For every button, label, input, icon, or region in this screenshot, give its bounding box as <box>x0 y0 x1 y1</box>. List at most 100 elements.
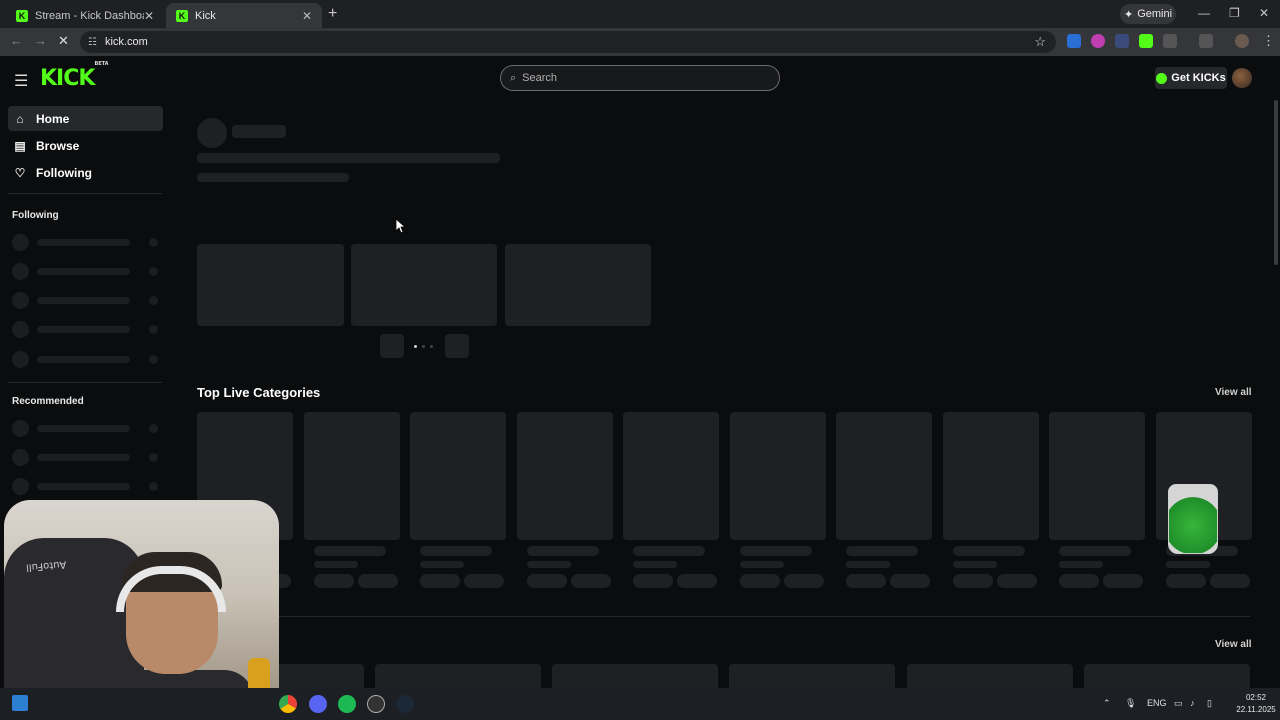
carousel-dot[interactable] <box>422 345 425 348</box>
skeleton-channel-row <box>12 292 160 309</box>
browser-menu-icon[interactable]: ⋮ <box>1262 33 1275 49</box>
language-indicator[interactable]: ENG <box>1147 698 1167 708</box>
skeleton-tag <box>997 574 1037 588</box>
carousel-prev-button[interactable] <box>380 334 404 358</box>
section-divider <box>197 616 1250 617</box>
extension-icon[interactable] <box>1115 34 1129 48</box>
skeleton-tag <box>314 574 354 588</box>
webcam-overlay: AutoFull <box>4 500 279 708</box>
carousel-next-button[interactable] <box>445 334 469 358</box>
bookmark-star-icon[interactable]: ☆ <box>1034 34 1046 50</box>
sidebar-item-browse[interactable]: ▤ Browse <box>8 133 163 158</box>
skeleton-category-card[interactable] <box>1049 412 1145 540</box>
skeleton-category-title <box>1059 546 1131 556</box>
profile-avatar[interactable] <box>1235 34 1249 48</box>
site-info-icon[interactable]: ☷ <box>88 37 97 48</box>
skeleton-category-card[interactable] <box>410 412 506 540</box>
skeleton-category-card[interactable] <box>730 412 826 540</box>
hamburger-menu-icon[interactable]: ☰ <box>14 71 28 91</box>
skeleton-category-title <box>846 546 918 556</box>
stop-loading-button[interactable]: ✕ <box>58 33 69 49</box>
view-all-categories-link[interactable]: View all <box>1215 387 1252 398</box>
skeleton-category-card[interactable] <box>943 412 1039 540</box>
skeleton-tag <box>571 574 611 588</box>
sidebar-item-label: Home <box>36 111 70 126</box>
skeleton-category-viewers <box>1059 561 1103 568</box>
taskbar-clock[interactable]: 02:52 22.11.2025 <box>1236 692 1276 716</box>
address-bar[interactable]: ☷ kick.com ☆ <box>80 31 1056 53</box>
steam-icon[interactable] <box>396 695 414 713</box>
top-live-categories-title: Top Live Categories <box>197 385 321 400</box>
carousel-dot-active[interactable] <box>414 345 417 348</box>
green-gummy-jar-image <box>1168 484 1218 554</box>
spotify-icon[interactable] <box>338 695 356 713</box>
skeleton-tag <box>1059 574 1099 588</box>
skeleton-category-title <box>740 546 812 556</box>
new-tab-button[interactable]: + <box>328 5 337 23</box>
clock-time: 02:52 <box>1245 693 1267 702</box>
sidebar-item-home[interactable]: ⌂ Home <box>8 106 163 131</box>
skeleton-stream-card <box>729 664 895 688</box>
search-icon: ⌕ <box>510 71 517 84</box>
skeleton-category-title <box>633 546 705 556</box>
skeleton-text <box>232 125 286 138</box>
volume-icon[interactable]: ♪ <box>1190 698 1195 708</box>
sidebar-item-following[interactable]: ♡ Following <box>8 160 163 185</box>
kick-favicon-icon: K <box>16 9 28 22</box>
close-tab-icon[interactable]: ✕ <box>302 9 312 23</box>
skeleton-category-card[interactable] <box>836 412 932 540</box>
skeleton-category-viewers <box>953 561 997 568</box>
minimize-window-button[interactable]: — <box>1198 6 1210 20</box>
restore-window-button[interactable]: ❐ <box>1229 6 1240 20</box>
obs-icon[interactable] <box>367 695 385 713</box>
skeleton-channel-row <box>12 420 160 437</box>
microphone-icon[interactable]: 🎙︎ <box>1125 698 1136 709</box>
skeleton-text <box>197 153 500 163</box>
page-scrollbar[interactable] <box>1274 100 1278 265</box>
skeleton-channel-row <box>12 321 160 338</box>
skeleton-channel-row <box>12 263 160 280</box>
kick-logo[interactable]: KICKBETA <box>40 61 109 91</box>
back-button[interactable]: ← <box>10 33 23 48</box>
skeleton-carousel-card <box>197 244 344 326</box>
battery-icon[interactable]: ▯ <box>1207 698 1212 709</box>
skeleton-stream-card <box>552 664 718 688</box>
puzzle-extensions-icon[interactable] <box>1163 34 1177 48</box>
skeleton-category-card[interactable] <box>623 412 719 540</box>
windows-start-icon[interactable] <box>12 695 28 711</box>
skeleton-category-title <box>953 546 1025 556</box>
skeleton-category-viewers <box>527 561 571 568</box>
chrome-icon[interactable] <box>279 695 297 713</box>
get-kicks-label: Get KICKs <box>1171 72 1226 84</box>
close-window-button[interactable]: ✕ <box>1259 6 1269 20</box>
carousel-dot[interactable] <box>430 345 433 348</box>
side-panel-icon[interactable] <box>1199 34 1213 48</box>
search-input[interactable]: ⌕ Search <box>500 65 780 91</box>
tab-kick-dashboard[interactable]: K Stream - Kick Dashboard ✕ <box>6 3 164 28</box>
extension-icon[interactable] <box>1091 34 1105 48</box>
tray-overflow-icon[interactable]: ⌃ <box>1103 698 1111 709</box>
skeleton-carousel-card <box>505 244 651 326</box>
skeleton-text <box>197 173 349 182</box>
forward-button[interactable]: → <box>34 33 47 48</box>
network-icon[interactable]: ▭ <box>1174 698 1183 709</box>
user-avatar[interactable] <box>1232 68 1252 88</box>
skeleton-category-card[interactable] <box>304 412 400 540</box>
kick-favicon-icon: K <box>176 9 188 22</box>
skeleton-tag <box>740 574 780 588</box>
view-all-second-section-link[interactable]: View all <box>1215 639 1252 650</box>
skeleton-tag <box>953 574 993 588</box>
extension-icon[interactable] <box>1139 34 1153 48</box>
get-kicks-button[interactable]: Get KICKs <box>1155 67 1227 89</box>
tab-label: Kick <box>195 9 216 22</box>
browser-tab-bar: K Stream - Kick Dashboard ✕ K Kick ✕ + ✦… <box>0 0 1280 28</box>
close-tab-icon[interactable]: ✕ <box>144 9 154 23</box>
extension-icon[interactable] <box>1067 34 1081 48</box>
skeleton-tag <box>420 574 460 588</box>
tab-kick[interactable]: K Kick ✕ <box>166 3 322 28</box>
skeleton-category-card[interactable] <box>517 412 613 540</box>
skeleton-carousel-card <box>351 244 497 326</box>
gemini-button[interactable]: ✦ Gemini <box>1120 4 1176 24</box>
discord-icon[interactable] <box>309 695 327 713</box>
skeleton-category-viewers <box>1166 561 1210 568</box>
